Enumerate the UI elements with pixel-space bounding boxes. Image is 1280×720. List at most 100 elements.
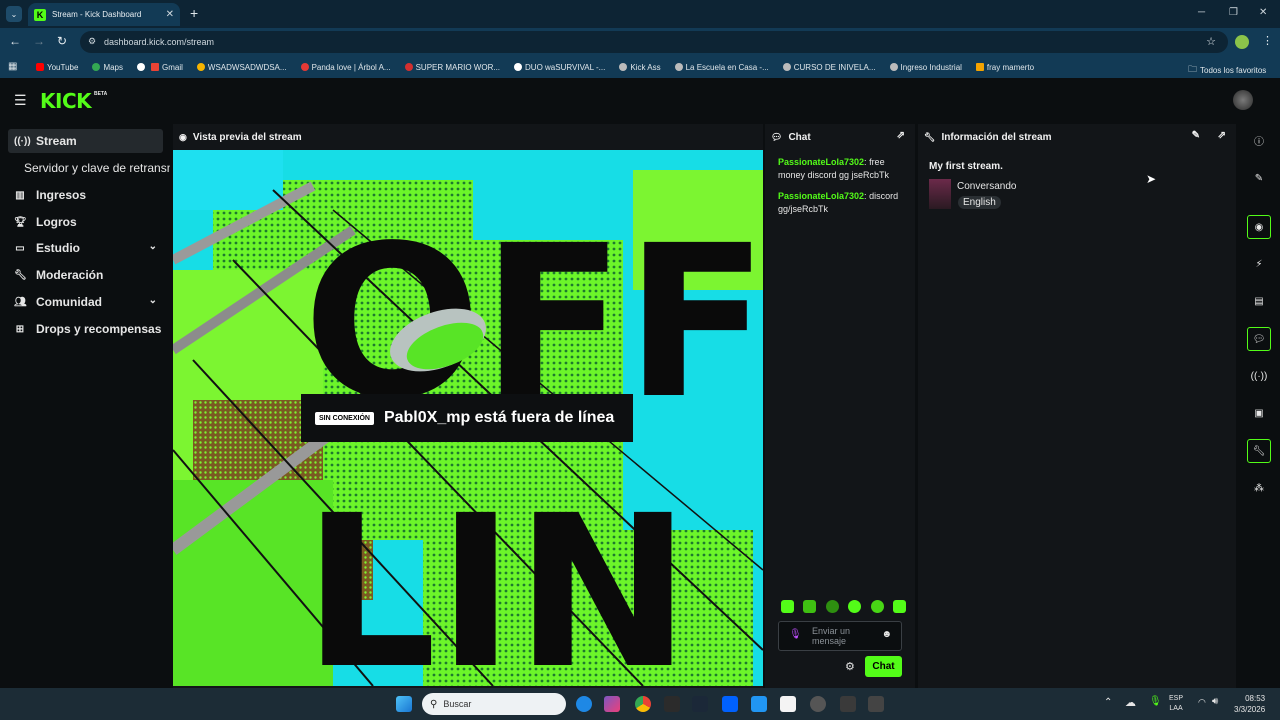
- sidebar-item-drops[interactable]: ⊞ Drops y recompensas: [8, 317, 163, 341]
- user-avatar[interactable]: [1233, 90, 1253, 110]
- all-bookmarks[interactable]: 🗀 Todos los favoritos: [1188, 62, 1266, 78]
- bookmark-fray[interactable]: fray mamerto: [975, 63, 1034, 72]
- chat-username[interactable]: PassionateLola7302: [778, 191, 864, 201]
- bookmark-mario[interactable]: SUPER MARIO WOR...: [404, 63, 500, 72]
- popout-icon[interactable]: ⇗: [897, 130, 905, 141]
- chat-bubble-icon[interactable]: 💬︎: [1247, 327, 1271, 351]
- chrome-icon[interactable]: [635, 696, 651, 712]
- profile-avatar[interactable]: [1235, 35, 1249, 49]
- sidebar-item-ingresos[interactable]: ▥ Ingresos: [8, 183, 163, 207]
- back-arrow-icon[interactable]: ←: [9, 34, 21, 48]
- bookmark-star-icon[interactable]: ☆: [1206, 35, 1216, 48]
- bookmark-unnamed[interactable]: [137, 63, 145, 71]
- sidebar-item-comunidad[interactable]: 👥︎ Comunidad ⌄: [8, 290, 163, 314]
- apps-grid-icon[interactable]: ▦: [8, 61, 17, 72]
- share-icon[interactable]: ⁂: [1247, 476, 1271, 500]
- emote-icon[interactable]: [781, 600, 794, 613]
- forward-arrow-icon[interactable]: →: [33, 34, 45, 48]
- bookmark-youtube[interactable]: YouTube: [36, 63, 78, 72]
- sidebar-item-logros[interactable]: 🏆︎ Logros: [8, 210, 163, 234]
- copilot-icon[interactable]: [604, 696, 620, 712]
- chat-settings-gear-icon[interactable]: ⚙: [845, 660, 855, 673]
- broadcast-icon[interactable]: ((·)): [1247, 364, 1271, 388]
- sidebar-item-servidor[interactable]: Servidor y clave de retransm: [8, 156, 170, 180]
- emote-icon[interactable]: [848, 600, 862, 613]
- emote-icon[interactable]: [803, 600, 817, 613]
- chevron-down-icon: ⌄: [148, 295, 157, 306]
- dropbox-icon[interactable]: [722, 696, 738, 712]
- minimize-window-button[interactable]: ─: [1198, 7, 1205, 18]
- close-window-button[interactable]: ✕: [1259, 7, 1267, 18]
- hamburger-menu-icon[interactable]: ☰: [14, 92, 27, 109]
- store-icon[interactable]: [780, 696, 796, 712]
- mario-icon: [404, 63, 413, 71]
- new-tab-button[interactable]: +: [190, 5, 198, 21]
- reload-icon[interactable]: ↻: [57, 34, 67, 48]
- category-thumbnail[interactable]: [929, 179, 951, 209]
- browser-menu-icon[interactable]: ⋮: [1262, 34, 1273, 47]
- windows-start-icon[interactable]: [396, 696, 412, 712]
- lightning-icon[interactable]: ⚡︎: [1247, 252, 1271, 276]
- browser-tab-active[interactable]: K Stream - Kick Dashboard ✕: [28, 3, 180, 26]
- preview-eye-icon[interactable]: ◉: [1247, 215, 1271, 239]
- offline-bg-text-bottom: LIN: [303, 470, 691, 686]
- clock[interactable]: 08:53 3/3/2026: [1234, 693, 1265, 715]
- bookmark-gmail[interactable]: Gmail: [151, 63, 183, 72]
- edit-pencil-icon[interactable]: ✎: [1247, 166, 1271, 190]
- bookmark-ingreso[interactable]: Ingreso Industrial: [889, 63, 962, 72]
- wifi-icon[interactable]: ◠: [1198, 697, 1206, 708]
- chevron-down-icon: ⌄: [148, 241, 157, 252]
- url-text: dashboard.kick.com/stream: [104, 37, 215, 47]
- emote-icon[interactable]: [870, 600, 884, 613]
- popout-icon[interactable]: ⇗: [1218, 130, 1226, 141]
- emote-icon[interactable]: [825, 600, 839, 613]
- input-language[interactable]: ESP LAA: [1169, 694, 1183, 714]
- mail-app-icon[interactable]: [868, 696, 884, 712]
- chat-input[interactable]: 🎙︎ Enviar un mensaje ☻: [778, 621, 902, 651]
- info-icon[interactable]: ⓘ: [1247, 128, 1271, 152]
- epic-launcher-icon[interactable]: [840, 696, 856, 712]
- bookmark-kickass[interactable]: Kick Ass: [619, 63, 661, 72]
- chart-icon: ▥: [15, 189, 25, 201]
- restore-window-button[interactable]: ❐: [1229, 7, 1238, 18]
- category-name[interactable]: Conversando: [957, 181, 1016, 192]
- wrench-icon[interactable]: 🔧︎: [1247, 439, 1271, 463]
- volume-icon[interactable]: 🔊︎: [1212, 696, 1218, 707]
- sidebar-item-label: Drops y recompensas: [36, 322, 162, 336]
- bookmark-wsad[interactable]: WSADWSADWDSA...: [196, 63, 287, 72]
- bookmark-panda[interactable]: Panda love | Árbol A...: [300, 63, 391, 72]
- globe-icon: [674, 63, 683, 71]
- crown-icon: [196, 63, 205, 71]
- taskbar-search[interactable]: ⚲ Buscar: [422, 693, 566, 715]
- epic-games-icon[interactable]: [664, 696, 680, 712]
- address-bar[interactable]: ⚙ dashboard.kick.com/stream ☆: [80, 31, 1228, 53]
- tray-overflow-icon[interactable]: ⌃: [1104, 697, 1112, 708]
- site-info-icon[interactable]: ⚙: [88, 36, 96, 47]
- tab-list-dropdown[interactable]: ⌄: [6, 6, 22, 22]
- sidebar-item-moderacion[interactable]: 🔧︎ Moderación: [8, 263, 163, 287]
- close-tab-icon[interactable]: ✕: [166, 9, 174, 20]
- bookmark-maps[interactable]: Maps: [92, 63, 123, 72]
- edit-pencil-icon[interactable]: ✎: [1192, 130, 1200, 141]
- microphone-icon[interactable]: 🎙︎: [1149, 696, 1162, 707]
- sidebar-item-estudio[interactable]: ▭ Estudio ⌄: [8, 236, 163, 260]
- sidebar-item-label: Logros: [36, 215, 77, 229]
- cloud-icon[interactable]: ☁: [1125, 696, 1136, 709]
- game-icon[interactable]: [810, 696, 826, 712]
- globe-icon: [619, 63, 628, 71]
- document-icon[interactable]: ▤: [1247, 289, 1271, 313]
- kick-logo[interactable]: KICK: [40, 89, 92, 113]
- bookmark-curso[interactable]: CURSO DE INIVELA...: [782, 63, 876, 72]
- microphone-icon[interactable]: 🎙︎: [789, 629, 802, 640]
- sidebar-item-stream[interactable]: ((·)) Stream: [8, 129, 163, 153]
- emoji-icon[interactable]: ☻: [881, 629, 892, 640]
- chat-send-button[interactable]: Chat: [865, 656, 902, 677]
- steam-icon[interactable]: [692, 696, 708, 712]
- bookmark-duo[interactable]: DUO waSURVIVAL -...: [514, 63, 605, 72]
- media-icon[interactable]: ▣: [1247, 401, 1271, 425]
- chat-username[interactable]: PassionateLola7302: [778, 157, 864, 167]
- edge-icon[interactable]: [576, 696, 592, 712]
- bookmark-escuela[interactable]: La Escuela en Casa -...: [674, 63, 769, 72]
- emote-icon[interactable]: [892, 600, 906, 613]
- fortnite-icon[interactable]: [751, 696, 767, 712]
